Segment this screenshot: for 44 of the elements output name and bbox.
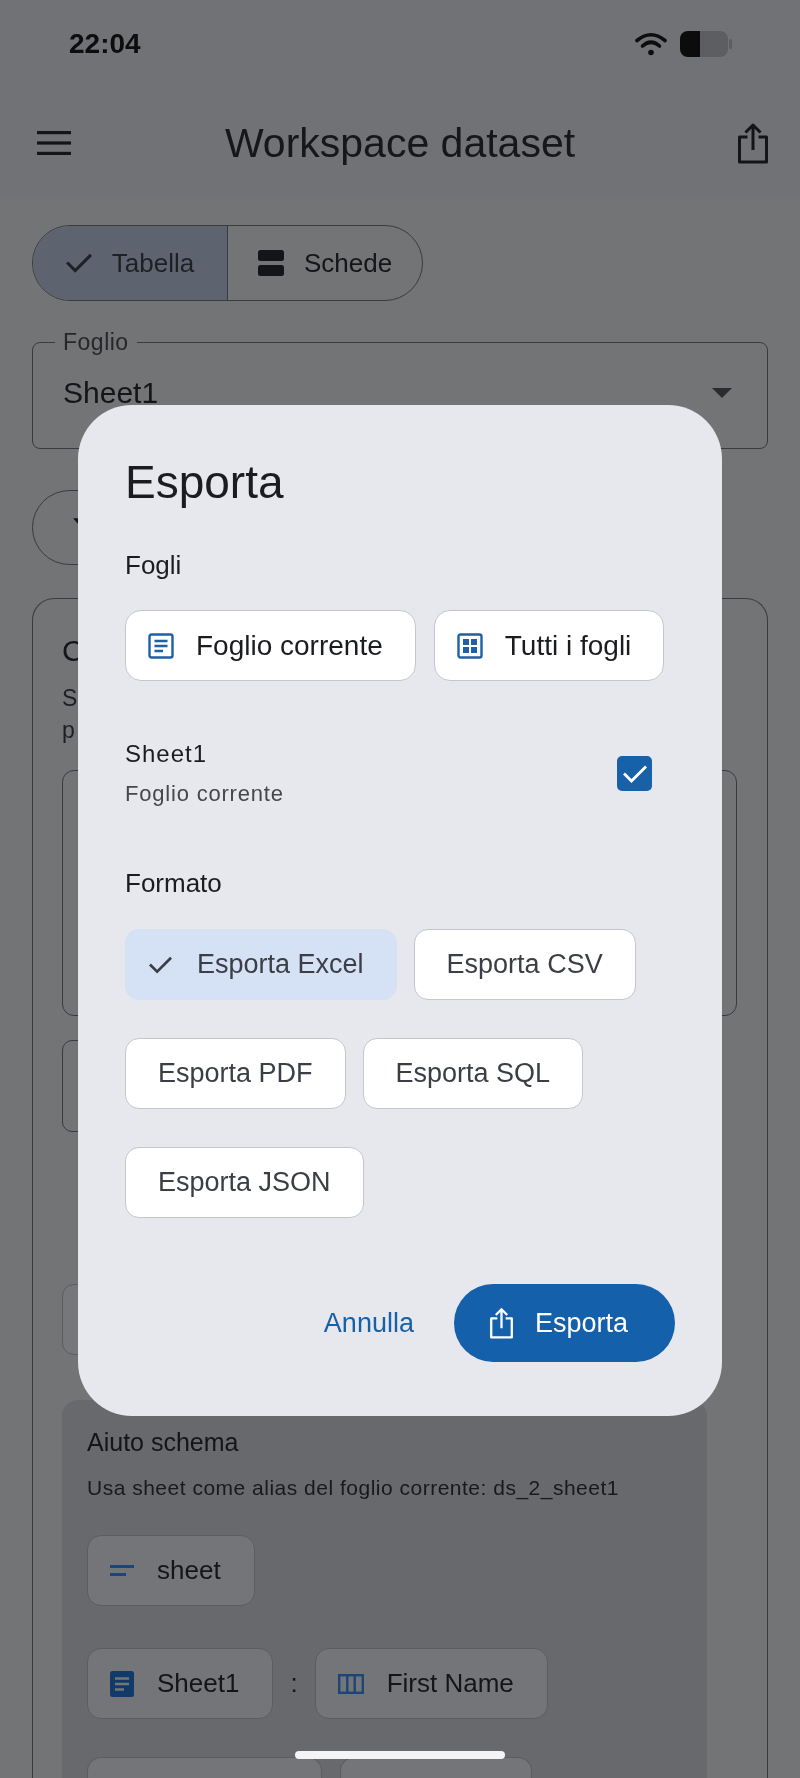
schema-help-text: Usa sheet come alias del foglio corrente: ds_2_sheet1 [87,1476,619,1500]
dialog-title: Esporta [125,455,284,510]
sheet-subtitle: Foglio corrente [125,780,284,808]
section-heading: Formato [125,867,222,899]
sheet-chip[interactable]: Sheet1 [87,1648,274,1719]
card-description: p [62,716,75,745]
dropdown-arrow-icon [712,387,732,398]
card-description: S [62,684,78,713]
check-icon [149,955,172,974]
column-chip[interactable]: First Name [314,1648,548,1719]
check-icon [65,253,92,273]
checkbox[interactable] [617,756,652,791]
schema-help-title: Aiuto schema [87,1427,239,1458]
view-toggle-segment[interactable]: Schede [227,226,422,300]
short-text-icon [110,1564,134,1577]
format-chip[interactable]: Esporta SQL [362,1038,584,1109]
share-icon[interactable] [737,121,769,164]
battery-icon [680,31,732,57]
grid-icon [456,632,483,659]
field-value: Sheet1 [63,374,159,411]
document-icon [148,632,174,659]
export-button[interactable]: Esporta [453,1284,675,1362]
format-chip[interactable]: Esporta Excel [125,929,397,1000]
alias-chip[interactable]: sheet [87,1535,255,1606]
sheet-name: Sheet1 [125,739,208,769]
field-label: Foglio [62,328,130,356]
columns-icon [337,1673,364,1694]
menu-icon[interactable] [37,130,71,155]
sheet-scope-button[interactable]: Foglio corrente [125,610,416,681]
sheet-scope-button[interactable]: Tutti i fogli [433,610,665,681]
section-heading: Fogli [125,549,182,581]
status-time: 22:04 [69,30,141,58]
schema-chip[interactable] [340,1757,532,1778]
separator-text: : [290,1667,298,1700]
wifi-icon [635,32,667,56]
document-icon [110,1670,134,1697]
stacked-rows-icon [257,250,284,276]
format-chip[interactable]: Esporta CSV [413,929,636,1000]
format-chip[interactable]: Esporta JSON [125,1147,364,1218]
app-bar-title: Workspace dataset [224,118,576,168]
cancel-button[interactable]: Annulla [311,1284,426,1362]
checkmark-icon [622,764,647,783]
share-icon [488,1307,514,1339]
format-chip[interactable]: Esporta PDF [125,1038,346,1109]
